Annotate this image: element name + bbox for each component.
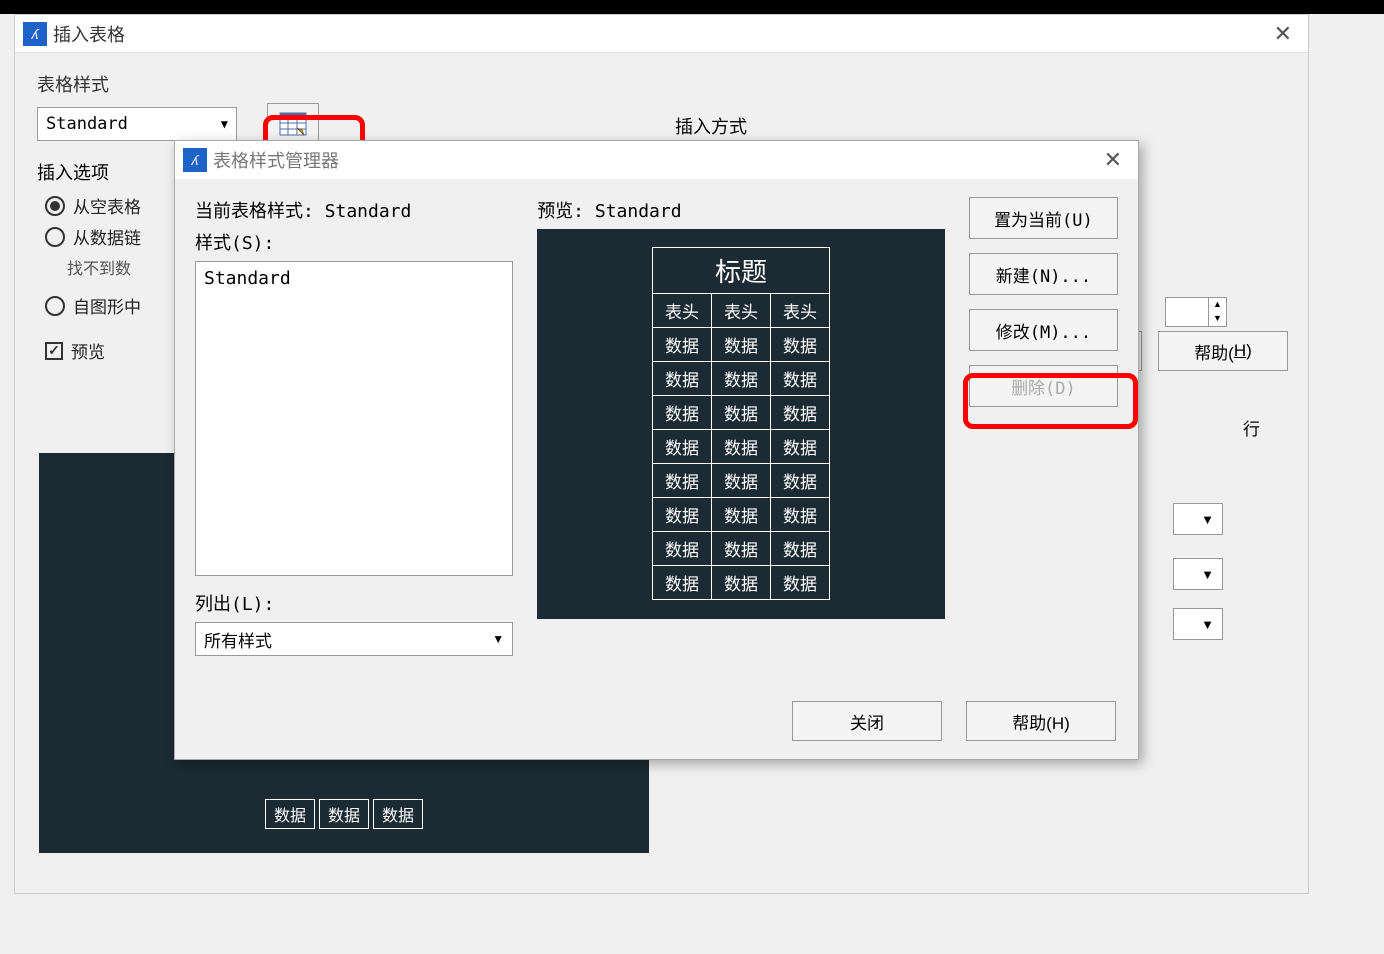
delete-button[interactable]: 删除(D) [969,365,1118,407]
spinner-arrows[interactable]: ▲▼ [1208,298,1226,326]
chevron-down-icon: ▼ [492,632,504,646]
style-item[interactable]: Standard [204,268,504,289]
manager-center-panel: 预览: Standard 标题 表头 表头 表头 数据数据数据 数据数据数据 数… [537,197,945,656]
preview-box: 标题 表头 表头 表头 数据数据数据 数据数据数据 数据数据数据 数据数据数据 … [537,229,945,619]
table-style-value: Standard [46,114,128,134]
main-title-bar: ʎ 插入表格 ✕ [15,15,1308,53]
main-title: 插入表格 [53,21,125,47]
dropdown-3[interactable]: ▼ [1173,608,1223,640]
table-style-manager-button[interactable] [267,103,319,145]
manager-left-panel: 当前表格样式: Standard 样式(S): Standard 列出(L): … [195,197,513,656]
styles-label: 样式(S): [195,229,513,255]
modify-button[interactable]: 修改(M)... [969,309,1118,351]
radio-icon [45,196,65,216]
styles-listbox[interactable]: Standard [195,261,513,576]
checkbox-icon [45,342,63,360]
manager-body: 当前表格样式: Standard 样式(S): Standard 列出(L): … [175,179,1138,674]
manager-bottom-buttons: 关闭 帮助(H) [792,701,1116,741]
from-datalink-label: 从数据链 [73,224,141,249]
grid-icon [279,112,307,136]
top-black-bar [0,0,1384,14]
close-button[interactable]: 关闭 [792,701,942,741]
app-icon: ʎ [23,22,47,46]
table-style-row: Standard ▼ [37,103,1286,145]
app-icon: ʎ [183,148,207,172]
preview-label: 预览 [71,338,105,363]
chevron-down-icon: ▼ [1201,512,1214,527]
manager-title: 表格样式管理器 [213,147,339,173]
manager-right-panel: 置为当前(U) 新建(N)... 修改(M)... 删除(D) [969,197,1118,656]
new-button[interactable]: 新建(N)... [969,253,1118,295]
preview-header-cell: 表头 [771,294,830,328]
radio-icon [45,296,65,316]
from-empty-label: 从空表格 [73,193,141,218]
radio-icon [45,227,65,247]
preview-header-cell: 表头 [653,294,712,328]
preview-table: 标题 表头 表头 表头 数据数据数据 数据数据数据 数据数据数据 数据数据数据 … [652,247,830,600]
preview-header-cell: 表头 [712,294,771,328]
chevron-down-icon: ▼ [1201,567,1214,582]
chevron-down-icon: ▼ [221,117,228,131]
list-filter-value: 所有样式 [204,627,272,652]
table-style-manager-dialog: ʎ 表格样式管理器 ✕ 当前表格样式: Standard 样式(S): Stan… [174,140,1139,760]
current-style-label: 当前表格样式: Standard [195,197,513,223]
manager-title-bar: ʎ 表格样式管理器 ✕ [175,141,1138,179]
insert-method-label: 插入方式 [675,113,812,139]
list-filter-label: 列出(L): [195,590,513,616]
row-unit-label: 行 [1243,415,1260,440]
dropdown-1[interactable]: ▼ [1173,503,1223,535]
help-button[interactable]: 帮助(H) [966,701,1116,741]
preview-title-cell: 标题 [653,248,830,294]
close-icon[interactable]: ✕ [1266,21,1300,47]
chevron-down-icon: ▼ [1201,617,1214,632]
table-style-label: 表格样式 [37,71,1286,97]
list-filter-select[interactable]: 所有样式 ▼ [195,622,513,656]
dropdown-2[interactable]: ▼ [1173,558,1223,590]
from-graphic-label: 自图形中 [73,293,141,318]
set-current-button[interactable]: 置为当前(U) [969,197,1118,239]
spinner-input[interactable]: ▲▼ [1165,297,1227,327]
preview-data-row: 数据 数据 数据 [39,799,649,829]
help-button[interactable]: 帮助(H) [1158,331,1288,371]
close-icon[interactable]: ✕ [1096,147,1130,173]
table-style-select[interactable]: Standard ▼ [37,107,237,141]
preview-heading: 预览: Standard [537,197,945,223]
